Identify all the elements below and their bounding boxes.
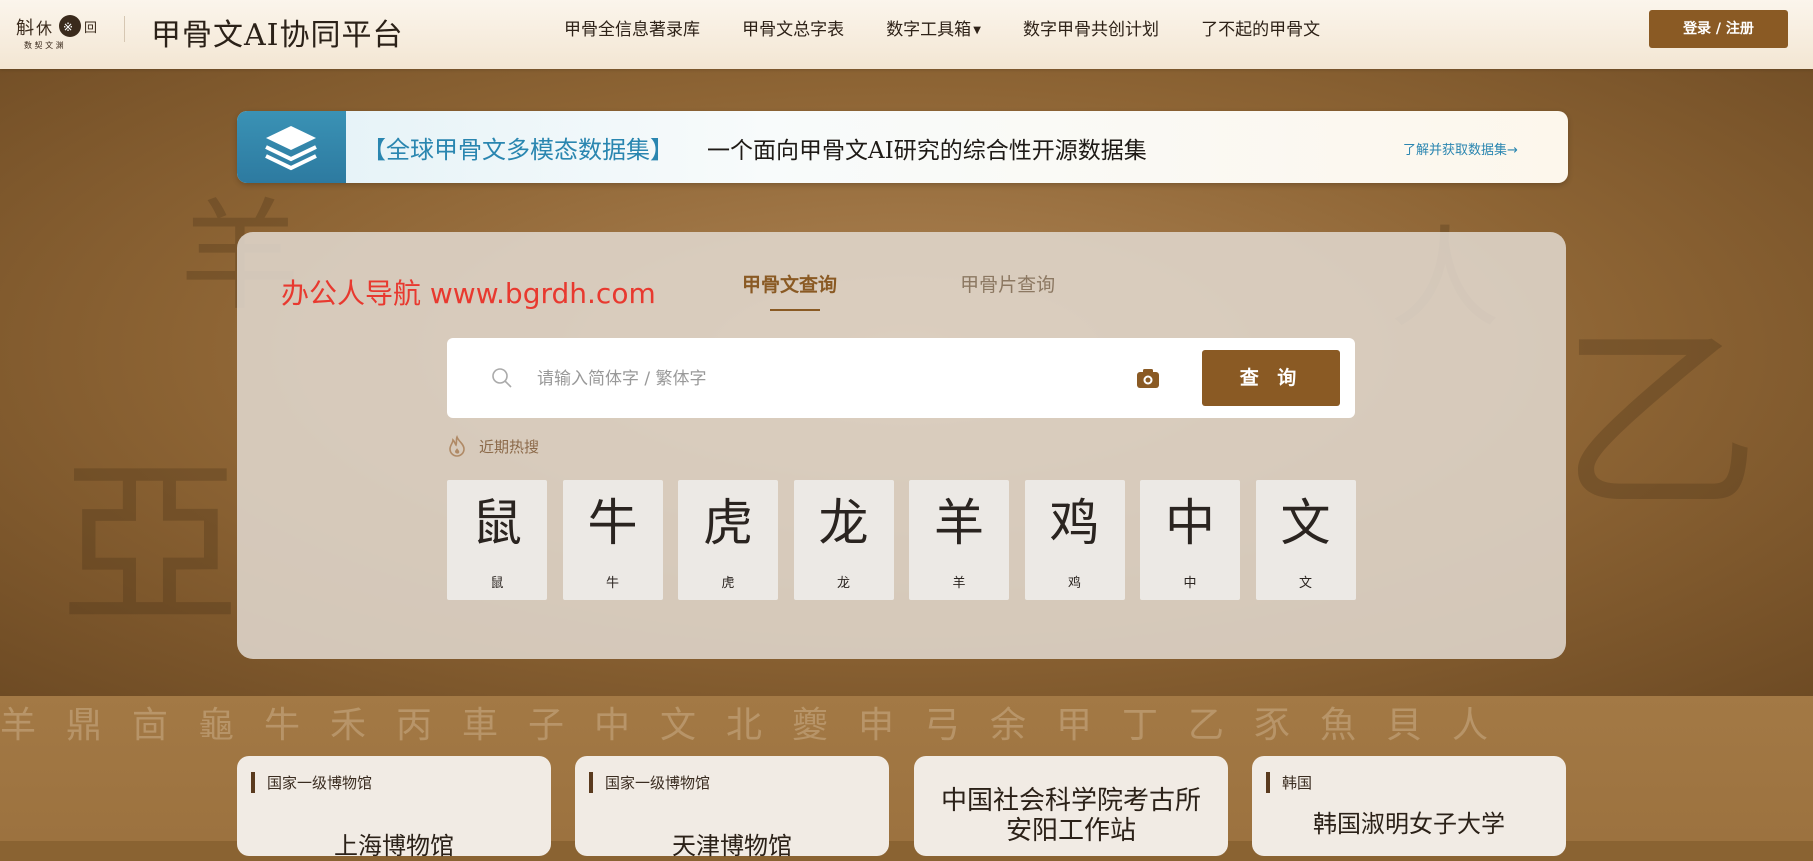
char-label: 虎	[721, 576, 735, 591]
hot-char-card[interactable]: 羊 羊	[909, 480, 1009, 600]
svg-text:回: 回	[84, 21, 97, 36]
dataset-banner[interactable]: 【全球甲骨文多模态数据集】 一个面向甲骨文AI研究的综合性开源数据集 了解并获取…	[237, 111, 1568, 183]
svg-text:斛: 斛	[16, 18, 34, 39]
main-nav: 甲骨全信息著录库 甲骨文总字表 数字工具箱 ▼ 数字甲骨共创计划 了不起的甲骨文	[564, 18, 1357, 42]
museum-name: 韩国淑明女子大学	[1313, 810, 1505, 838]
tab-oracle-fragment-search[interactable]: 甲骨片查询	[960, 270, 1055, 297]
hot-char-card[interactable]: 文 文	[1255, 480, 1356, 600]
museum-name-line: 中国社会科学院考古所	[940, 786, 1201, 816]
top-header: 斛 休 ※ 回 数 契 文 渊 甲骨文AI协同平台 甲骨全信息著录库 甲骨文总字…	[0, 0, 1813, 69]
nav-item-label: 甲骨全信息著录库	[564, 20, 700, 40]
background-glyph: 乙	[1560, 306, 1761, 539]
search-input[interactable]	[535, 362, 1119, 396]
tab-oracle-character-search[interactable]: 甲骨文查询	[742, 270, 837, 311]
recent-hot-searches: 近期热搜	[447, 435, 539, 457]
char-label: 龙	[836, 576, 850, 591]
museum-name: 上海博物馆	[334, 832, 454, 860]
museum-card[interactable]: 国家一级博物馆 天津博物馆	[575, 756, 889, 860]
oracle-glyph: 牛	[587, 494, 638, 552]
site-title: 甲骨文AI协同平台	[151, 18, 404, 53]
museum-card[interactable]: 韩国 韩国淑明女子大学	[1252, 756, 1566, 856]
search-tabs: 甲骨文查询 甲骨片查询	[742, 270, 1173, 311]
oracle-glyph: 鼠	[472, 494, 522, 552]
logo[interactable]: 斛 休 ※ 回 数 契 文 渊	[14, 10, 100, 50]
search-button[interactable]: 查 询	[1202, 350, 1340, 406]
hot-char-card[interactable]: 鸡 鸡	[1024, 480, 1125, 600]
decorative-glyph-strip: 羊鼎㐭龜牛禾丙車子中文北夔申弓余甲丁乙豕魚貝人	[0, 705, 1519, 746]
search-icon	[492, 368, 512, 388]
svg-text:休: 休	[36, 19, 52, 38]
hot-searches-label: 近期热搜	[479, 437, 540, 456]
nav-item-label: 数字工具箱	[886, 20, 972, 40]
camera-icon[interactable]	[1136, 367, 1160, 389]
nav-item-label: 甲骨文总字表	[742, 20, 845, 40]
layers-icon	[237, 111, 346, 183]
banner-description: 一个面向甲骨文AI研究的综合性开源数据集	[707, 138, 1147, 164]
hot-char-card[interactable]: 虎 虎	[678, 480, 778, 600]
search-box: 查 询	[447, 338, 1355, 418]
hot-character-list: 鼠 鼠 牛 牛 虎 虎 龙 龙 羊 羊 鸡 鸡 中 中 文 文	[447, 480, 1356, 600]
nav-item-digital-toolbox[interactable]: 数字工具箱 ▼	[886, 18, 981, 43]
museum-card[interactable]: 国家一级博物馆 上海博物馆	[237, 756, 551, 860]
museum-name-line: 安阳工作站	[1005, 816, 1136, 846]
oracle-glyph: 鸡	[1049, 494, 1100, 552]
hot-char-card[interactable]: 龙 龙	[793, 480, 894, 600]
hot-char-card[interactable]: 中 中	[1140, 480, 1240, 600]
oracle-glyph: 羊	[934, 494, 984, 552]
nav-item-character-table[interactable]: 甲骨文总字表	[742, 18, 844, 42]
search-panel: 办公人导航 www.bgrdh.com 甲骨文查询 甲骨片查询 查 询 近期热搜…	[237, 232, 1566, 659]
background-glyph: 亞	[60, 442, 241, 651]
svg-text:※: ※	[63, 20, 73, 34]
museum-name: 中国社会科学院考古所 安阳工作站	[914, 786, 1228, 846]
museum-tag: 国家一级博物馆	[589, 772, 710, 793]
banner-title: 【全球甲骨文多模态数据集】	[362, 136, 674, 164]
nav-item-amazing-oracle[interactable]: 了不起的甲骨文	[1201, 18, 1320, 42]
nav-item-label: 数字甲骨共创计划	[1022, 20, 1159, 40]
logo-icon: 斛 休 ※ 回 数 契 文 渊	[16, 15, 97, 50]
char-label: 鼠	[490, 576, 504, 591]
char-label: 文	[1298, 576, 1312, 591]
char-label: 鸡	[1067, 576, 1081, 591]
nav-item-oracle-archive[interactable]: 甲骨全信息著录库	[564, 18, 700, 42]
museum-tag: 韩国	[1266, 772, 1312, 793]
dataset-link[interactable]: 了解并获取数据集→	[1403, 139, 1518, 158]
nav-item-label: 了不起的甲骨文	[1201, 20, 1321, 40]
svg-text:数 契 文 渊: 数 契 文 渊	[24, 40, 64, 50]
oracle-glyph: 文	[1280, 494, 1331, 552]
char-label: 中	[1183, 576, 1197, 591]
museum-name: 天津博物馆	[672, 832, 792, 860]
museum-section: 羊鼎㐭龜牛禾丙車子中文北夔申弓余甲丁乙豕魚貝人 国家一级博物馆 上海博物馆 国家…	[0, 696, 1813, 860]
oracle-glyph: 中	[1165, 494, 1215, 552]
logo-divider	[124, 16, 125, 42]
museum-tag: 国家一级博物馆	[251, 772, 372, 793]
museum-card[interactable]: 中国社会科学院考古所 安阳工作站	[914, 756, 1228, 856]
login-register-button[interactable]: 登录 / 注册	[1649, 10, 1788, 48]
char-label: 牛	[605, 576, 619, 591]
chevron-down-icon: ▼	[973, 25, 981, 36]
oracle-glyph: 虎	[703, 494, 753, 552]
flame-icon	[449, 435, 465, 457]
char-label: 羊	[952, 576, 966, 591]
hot-char-card[interactable]: 牛 牛	[562, 480, 663, 600]
oracle-glyph: 龙	[818, 494, 869, 552]
hot-char-card[interactable]: 鼠 鼠	[447, 480, 547, 600]
nav-item-co-creation[interactable]: 数字甲骨共创计划	[1023, 18, 1159, 42]
watermark-text: 办公人导航 www.bgrdh.com	[281, 277, 656, 310]
